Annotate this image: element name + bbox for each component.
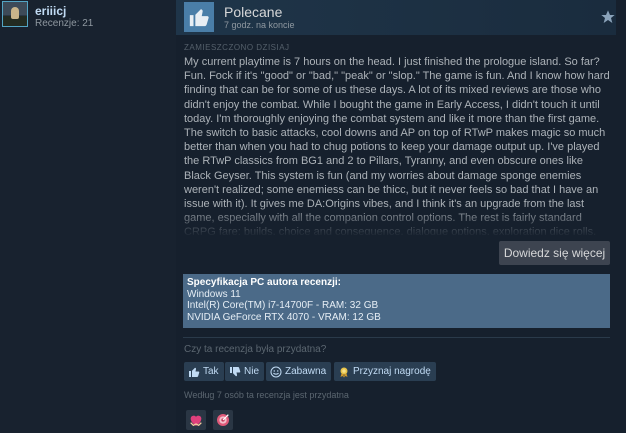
vote-funny-label: Zabawna: [285, 366, 327, 377]
specs-title: Specyfikacja PC autora recenzji:: [187, 277, 341, 288]
star-icon[interactable]: [600, 9, 616, 25]
review-header: Polecane 7 godz. na koncie: [176, 0, 616, 35]
author-panel: [0, 0, 176, 433]
award-badge-1[interactable]: [186, 410, 206, 430]
author-review-count[interactable]: Recenzje: 21: [35, 18, 93, 29]
specs-gpu: NVIDIA GeForce RTX 4070 - VRAM: 12 GB: [187, 311, 381, 323]
verdict-title[interactable]: Polecane: [224, 4, 282, 20]
helpful-question: Czy ta recenzja była przydatna?: [184, 344, 327, 355]
vote-no-button[interactable]: Nie: [225, 362, 265, 381]
heart-hands-icon: [190, 415, 202, 427]
avatar[interactable]: [2, 1, 28, 27]
specs-os: Windows 11: [187, 288, 241, 300]
thumbs-up-icon: [184, 2, 214, 32]
give-award-button[interactable]: Przyznaj nagrodę: [334, 362, 436, 381]
pc-specs-box: Specyfikacja PC autora recenzji: Windows…: [183, 274, 610, 328]
specs-cpu: Intel(R) Core(TM) i7-14700F - RAM: 32 GB: [187, 300, 379, 311]
helpful-count: Według 7 osób ta recenzja jest przydatna: [184, 390, 349, 400]
award-icon: [340, 367, 348, 377]
thumbs-up-icon: [189, 367, 200, 377]
playtime: 7 godz. na koncie: [224, 20, 295, 30]
posted-date: ZAMIESZCZONO DZISIAJ: [184, 43, 290, 52]
read-more-button[interactable]: Dowiedz się więcej: [499, 241, 610, 265]
divider: [183, 337, 610, 338]
vote-funny-button[interactable]: Zabawna: [266, 362, 332, 381]
smiley-icon: [270, 366, 282, 377]
vote-yes-button[interactable]: Tak: [184, 362, 224, 381]
author-name[interactable]: eriiicj: [35, 4, 66, 18]
award-badge-2[interactable]: [213, 410, 233, 430]
text-fade: [184, 205, 614, 237]
target-icon: [217, 414, 229, 426]
vote-no-label: Nie: [244, 366, 260, 377]
give-award-label: Przyznaj nagrodę: [353, 366, 431, 377]
thumbs-down-icon: [230, 366, 241, 376]
vote-yes-label: Tak: [203, 366, 219, 377]
